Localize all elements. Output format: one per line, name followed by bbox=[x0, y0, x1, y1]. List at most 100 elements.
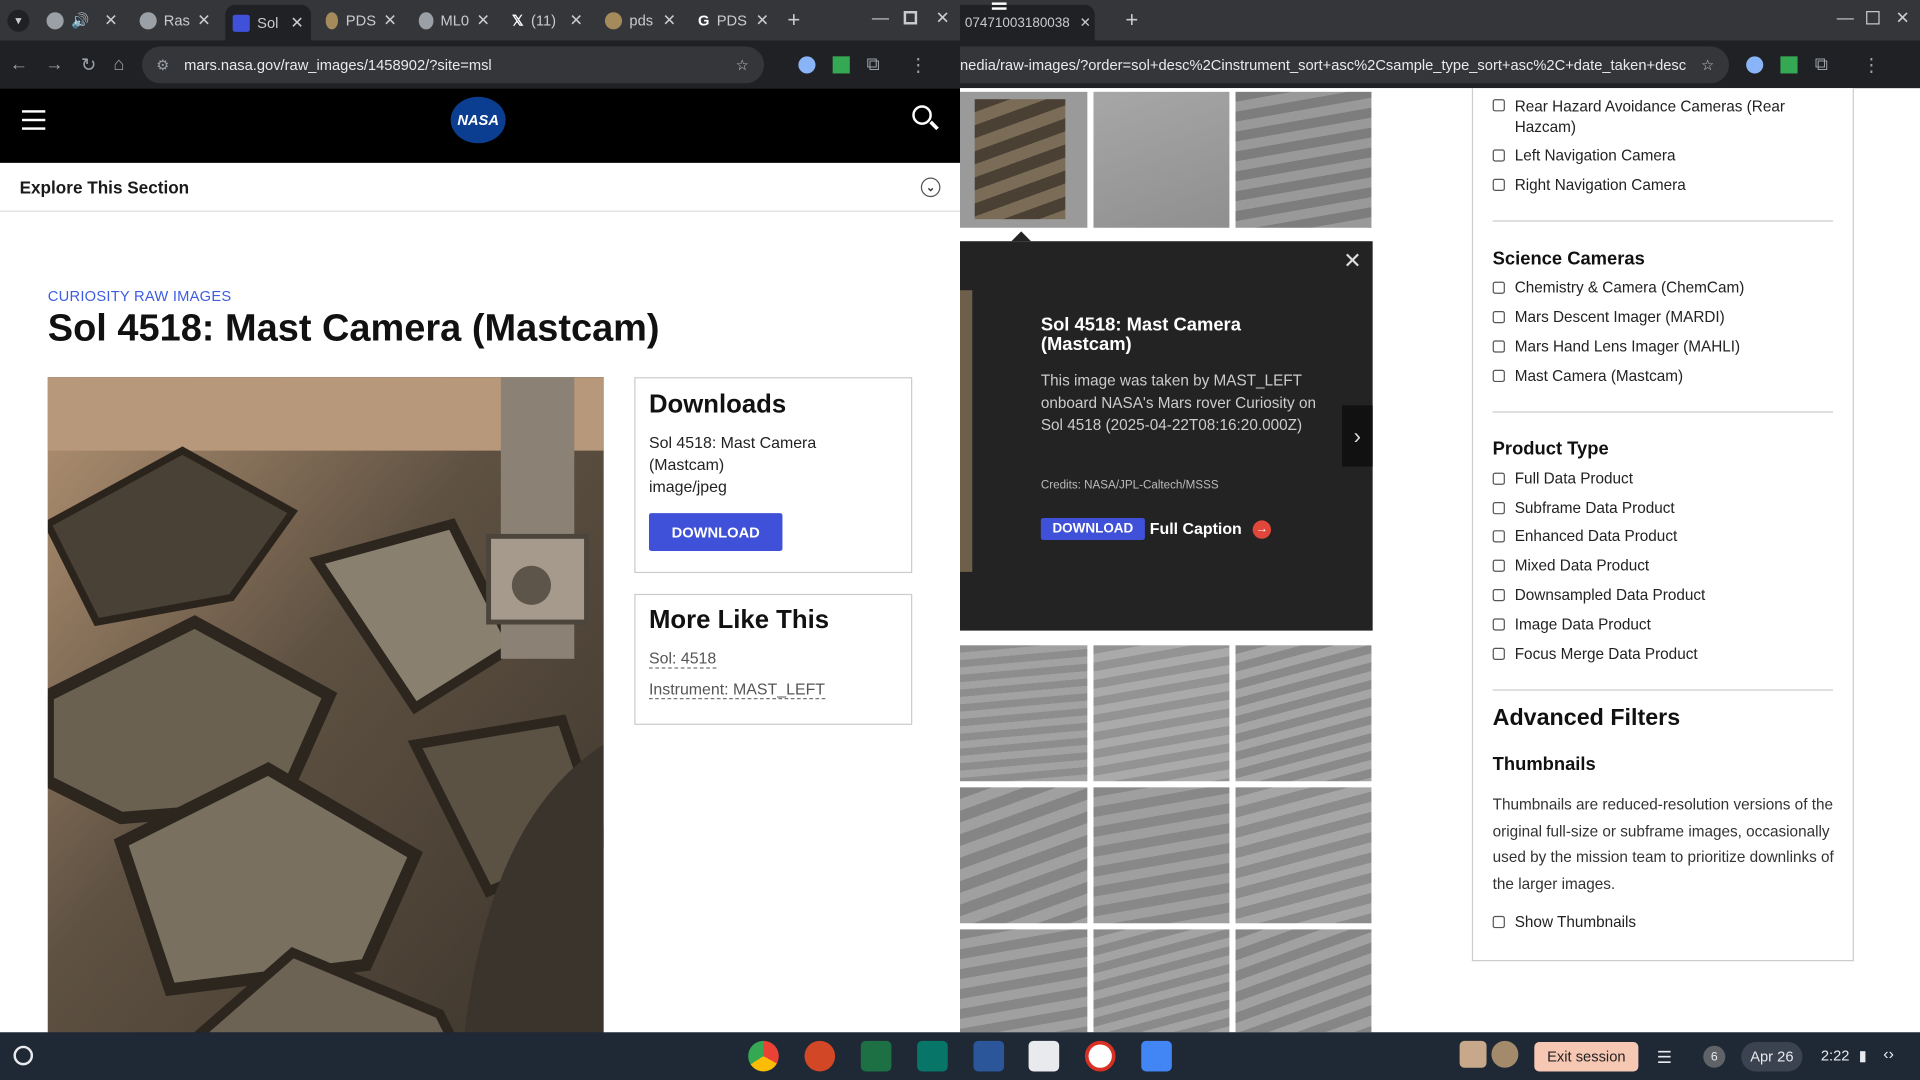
home-icon[interactable]: ⌂ bbox=[113, 54, 124, 75]
maximize-icon[interactable] bbox=[903, 11, 918, 25]
filter-mixed[interactable]: Mixed Data Product bbox=[1492, 557, 1649, 574]
date-pill[interactable]: Apr 26 bbox=[1741, 1042, 1803, 1072]
close-icon[interactable]: ✕ bbox=[197, 11, 210, 31]
filter-focus-merge[interactable]: Focus Merge Data Product bbox=[1492, 645, 1698, 662]
avatar[interactable] bbox=[1459, 1040, 1487, 1068]
extension-icon[interactable] bbox=[797, 55, 816, 73]
next-image-button[interactable]: › bbox=[1342, 405, 1373, 467]
chevron-down-icon[interactable]: ⌄ bbox=[920, 177, 941, 198]
menu-dots-icon[interactable]: ⋮ bbox=[1862, 53, 1880, 75]
timer-icon[interactable] bbox=[1084, 1040, 1116, 1072]
instrument-link[interactable]: Instrument: MAST_LEFT bbox=[648, 680, 826, 700]
tab-6[interactable]: pds ✕ bbox=[598, 5, 684, 37]
gallery-thumbnail[interactable] bbox=[1235, 929, 1372, 1033]
filter-rear-hazcam[interactable]: Rear Hazard Avoidance Cameras (Rear Hazc… bbox=[1492, 97, 1824, 139]
tab-1[interactable]: Ras ✕ bbox=[132, 5, 218, 37]
checkbox[interactable] bbox=[1492, 559, 1505, 572]
checkbox[interactable] bbox=[1492, 311, 1505, 324]
filter-show-thumbnails[interactable]: Show Thumbnails bbox=[1492, 913, 1636, 931]
word-icon[interactable] bbox=[973, 1040, 1005, 1072]
maximize-icon[interactable] bbox=[1866, 11, 1880, 25]
gallery-thumbnail[interactable] bbox=[1093, 929, 1230, 1033]
checkbox[interactable] bbox=[1492, 502, 1505, 515]
arrow-right-icon[interactable]: → bbox=[1252, 520, 1272, 539]
gallery-thumbnail[interactable] bbox=[1235, 91, 1372, 228]
tab-7[interactable]: G PDS ✕ bbox=[691, 5, 777, 37]
bookmark-star-icon[interactable]: ☆ bbox=[736, 56, 749, 73]
site-info-icon[interactable]: ⚙ bbox=[156, 56, 169, 73]
gallery-thumbnail[interactable] bbox=[1093, 645, 1230, 782]
breadcrumb[interactable]: CURIOSITY RAW IMAGES bbox=[48, 288, 232, 305]
close-icon[interactable]: ✕ bbox=[383, 11, 396, 31]
chrome-icon[interactable] bbox=[748, 1040, 779, 1072]
extension-green-icon[interactable] bbox=[1780, 55, 1798, 73]
files-icon[interactable] bbox=[1141, 1040, 1172, 1072]
filter-mardi[interactable]: Mars Descent Imager (MARDI) bbox=[1492, 309, 1725, 326]
explore-section-bar[interactable]: Explore This Section ⌄ bbox=[0, 163, 961, 212]
checkbox[interactable] bbox=[1492, 915, 1505, 929]
checkbox[interactable] bbox=[1492, 618, 1505, 631]
reload-icon[interactable]: ↻ bbox=[81, 53, 96, 75]
excel-icon[interactable] bbox=[860, 1040, 892, 1072]
close-icon[interactable]: ✕ bbox=[476, 11, 489, 31]
popup-download-button[interactable]: DOWNLOAD bbox=[1040, 517, 1145, 541]
checkbox[interactable] bbox=[1492, 530, 1505, 543]
close-icon[interactable]: ✕ bbox=[1343, 249, 1361, 275]
filter-left-navcam[interactable]: Left Navigation Camera bbox=[1492, 147, 1676, 164]
right-address-bar[interactable]: nedia/raw-images/?order=sol+desc%2Cinstr… bbox=[960, 45, 1729, 83]
full-caption-link[interactable]: Full Caption bbox=[1150, 519, 1242, 537]
filter-mahli[interactable]: Mars Hand Lens Imager (MAHLI) bbox=[1492, 338, 1740, 355]
minimize-icon[interactable]: — bbox=[872, 7, 889, 27]
forward-icon[interactable]: → bbox=[45, 54, 63, 75]
menu-dots-icon[interactable]: ⋮ bbox=[909, 53, 927, 75]
publisher-icon[interactable] bbox=[917, 1040, 948, 1072]
filter-full-data[interactable]: Full Data Product bbox=[1492, 470, 1633, 487]
extension-icon[interactable] bbox=[1746, 55, 1764, 73]
bookmark-star-icon[interactable]: ☆ bbox=[1701, 56, 1714, 73]
clipboard-icon[interactable]: ☰ bbox=[1657, 1047, 1672, 1068]
hamburger-menu-icon[interactable] bbox=[22, 110, 46, 130]
tab-4[interactable]: ML0 ✕ bbox=[411, 5, 497, 37]
close-icon[interactable]: ✕ bbox=[1080, 15, 1091, 31]
tab-search-button[interactable]: ▾ bbox=[7, 9, 30, 32]
clock[interactable]: 2:22 bbox=[1821, 1047, 1850, 1064]
gallery-thumbnail[interactable] bbox=[1235, 645, 1372, 782]
filter-mastcam[interactable]: Mast Camera (Mastcam) bbox=[1492, 367, 1683, 384]
close-icon[interactable]: ✕ bbox=[104, 11, 117, 31]
filter-enhanced[interactable]: Enhanced Data Product bbox=[1492, 528, 1677, 545]
back-icon[interactable]: ← bbox=[10, 54, 28, 75]
close-icon[interactable]: ✕ bbox=[663, 11, 676, 31]
gallery-thumbnail[interactable] bbox=[1093, 787, 1230, 924]
close-icon[interactable]: ✕ bbox=[756, 11, 769, 31]
tab-active[interactable]: Sol ✕ bbox=[225, 4, 312, 41]
gallery-thumbnail[interactable] bbox=[960, 929, 1088, 1033]
gallery-thumbnail-selected[interactable] bbox=[960, 91, 1088, 228]
checkbox[interactable] bbox=[1492, 472, 1505, 485]
gallery-thumbnail[interactable] bbox=[1235, 787, 1372, 924]
close-window-icon[interactable]: ✕ bbox=[936, 7, 950, 28]
minimize-icon[interactable]: — bbox=[1837, 7, 1854, 27]
gallery-thumbnail[interactable] bbox=[960, 645, 1088, 782]
filter-image-data[interactable]: Image Data Product bbox=[1492, 616, 1651, 633]
close-icon[interactable]: ✕ bbox=[570, 11, 583, 31]
filter-right-navcam[interactable]: Right Navigation Camera bbox=[1492, 176, 1686, 193]
notification-badge[interactable]: 6 bbox=[1703, 1045, 1726, 1068]
sol-link[interactable]: Sol: 4518 bbox=[648, 649, 717, 669]
checkbox[interactable] bbox=[1492, 647, 1505, 661]
puzzle-icon[interactable]: ⧉ bbox=[867, 54, 880, 75]
launcher-icon[interactable] bbox=[13, 1045, 34, 1066]
checkbox[interactable] bbox=[1492, 340, 1505, 353]
close-icon[interactable]: ✕ bbox=[290, 13, 303, 33]
new-tab-button[interactable]: + bbox=[787, 7, 800, 33]
gallery-thumbnail[interactable] bbox=[960, 787, 1088, 924]
checkbox[interactable] bbox=[1492, 588, 1505, 602]
window-drag-handle-icon[interactable] bbox=[991, 2, 1007, 10]
right-active-tab[interactable]: 07471003180038 ✕ bbox=[960, 4, 1095, 41]
code-icon[interactable]: ‹› bbox=[1883, 1044, 1894, 1062]
address-bar[interactable]: ⚙ mars.nasa.gov/raw_images/1458902/?site… bbox=[141, 45, 764, 83]
filter-subframe[interactable]: Subframe Data Product bbox=[1492, 500, 1675, 517]
filter-chemcam[interactable]: Chemistry & Camera (ChemCam) bbox=[1492, 279, 1744, 296]
checkbox[interactable] bbox=[1492, 149, 1505, 162]
gallery-thumbnail[interactable] bbox=[1093, 91, 1230, 228]
filter-downsampled[interactable]: Downsampled Data Product bbox=[1492, 587, 1705, 604]
